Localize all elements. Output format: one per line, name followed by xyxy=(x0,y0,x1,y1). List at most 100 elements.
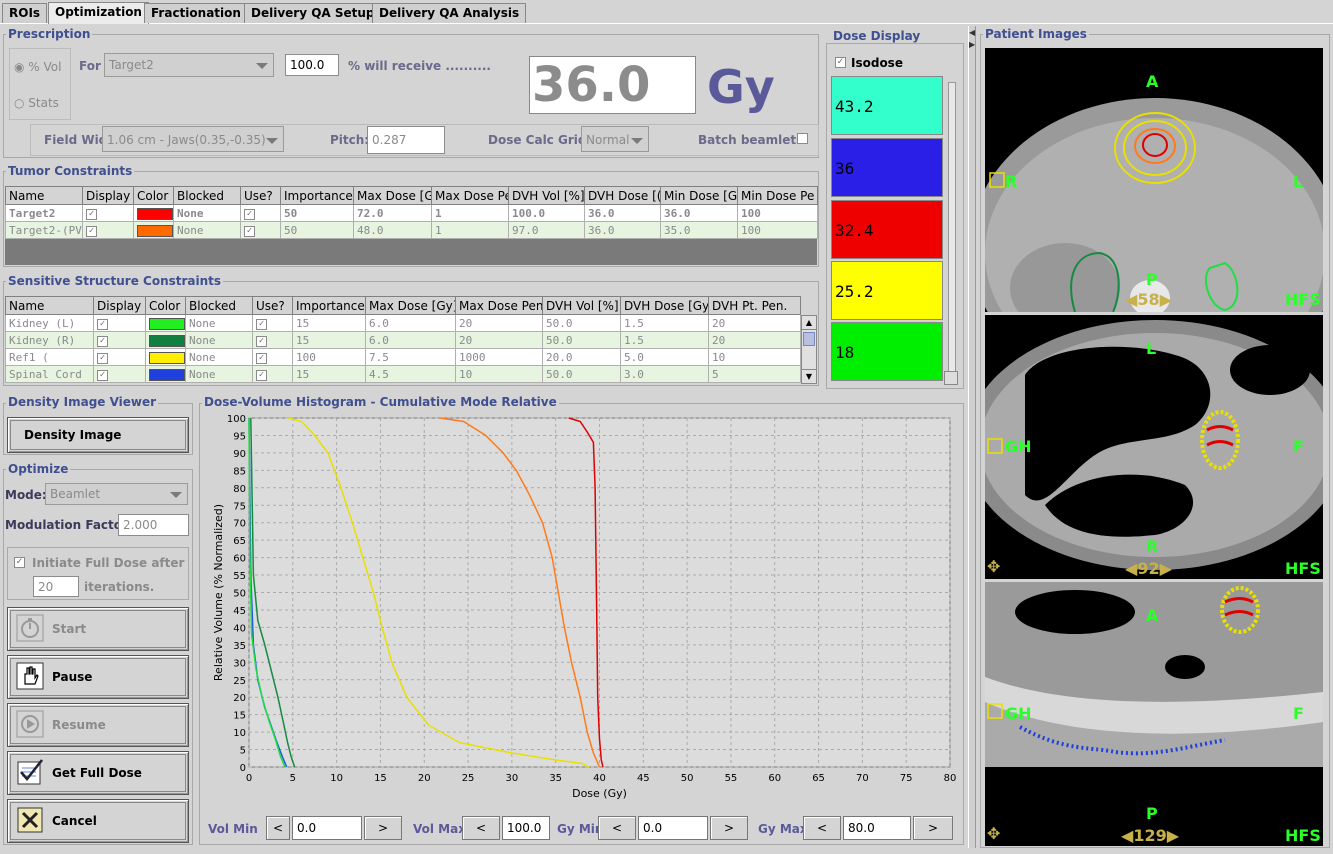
tab-delivery-qa-setup[interactable]: Delivery QA Setup xyxy=(244,3,382,23)
use-checkbox[interactable]: ✓ xyxy=(256,370,267,381)
col-max-dose[interactable]: Max Dose [Gy] xyxy=(365,296,456,315)
gy-min-decrease-button[interactable]: < xyxy=(598,816,636,840)
isodose-level-5[interactable]: 18 xyxy=(831,322,943,381)
col-color[interactable]: Color xyxy=(145,296,186,315)
display-checkbox[interactable]: ✓ xyxy=(97,336,108,347)
gy-min-increase-button[interactable]: > xyxy=(710,816,748,840)
table-row[interactable]: Spinal Cord ✓ None ✓ 15 4.5 10 50.0 3.0 … xyxy=(5,365,801,383)
display-checkbox[interactable]: ✓ xyxy=(97,353,108,364)
tab-delivery-qa-analysis[interactable]: Delivery QA Analysis xyxy=(372,3,527,23)
table-row[interactable]: Ref1 ( ✓ None ✓ 100 7.5 1000 20.0 5.0 10 xyxy=(5,348,801,366)
col-max-dose-pen[interactable]: Max Dose Pen xyxy=(455,296,543,315)
table-row[interactable]: Kidney (L) ✓ None ✓ 15 6.0 20 50.0 1.5 2… xyxy=(5,314,801,332)
use-checkbox[interactable]: ✓ xyxy=(244,226,255,237)
use-checkbox[interactable]: ✓ xyxy=(256,336,267,347)
col-display[interactable]: Display xyxy=(82,186,134,205)
col-min-dose-pen[interactable]: Min Dose Pe xyxy=(737,186,818,205)
tab-fractionation[interactable]: Fractionation xyxy=(144,3,248,23)
col-dvh-vol[interactable]: DVH Vol [%] xyxy=(542,296,621,315)
col-blocked[interactable]: Blocked xyxy=(173,186,241,205)
vol-min-input[interactable]: 0.0 xyxy=(292,816,362,840)
get-full-dose-button[interactable]: Get Full Dose xyxy=(7,751,189,795)
isodose-level-1[interactable]: 43.2 xyxy=(831,76,943,135)
display-checkbox[interactable]: ✓ xyxy=(97,370,108,381)
table-row[interactable]: Kidney (R) ✓ None ✓ 15 6.0 20 50.0 1.5 2… xyxy=(5,331,801,349)
iterations-input[interactable]: 20 xyxy=(33,576,79,597)
pause-button[interactable]: Pause xyxy=(7,655,189,699)
sagittal-view[interactable]: A GH F P HFS ◀129▶ ✥ xyxy=(985,582,1323,846)
col-dvh-pen[interactable]: DVH Pt. Pen. xyxy=(708,296,801,315)
field-width-select[interactable]: 1.06 cm - Jaws(0.35,-0.35) xyxy=(102,126,284,152)
batch-beamlets-checkbox[interactable] xyxy=(797,133,808,144)
move-icon[interactable]: ✥ xyxy=(987,557,1000,576)
move-icon[interactable]: ✥ xyxy=(987,824,1000,843)
vol-max-input[interactable]: 100.0 xyxy=(502,816,550,840)
percent-input[interactable]: 100.0 xyxy=(285,54,339,76)
sensitive-scrollbar[interactable]: ▲ ▼ xyxy=(801,315,817,384)
tab-optimization[interactable]: Optimization xyxy=(48,2,149,24)
col-min-dose[interactable]: Min Dose [G xyxy=(660,186,738,205)
col-importance[interactable]: Importance xyxy=(292,296,366,315)
color-swatch[interactable] xyxy=(137,224,173,237)
table-row[interactable]: Target2-(PV) ✓ None ✓ 50 48.0 1 97.0 36.… xyxy=(5,221,818,239)
gy-min-input[interactable]: 0.0 xyxy=(638,816,708,840)
radio-vol[interactable]: ◉ % Vol xyxy=(14,60,61,74)
sagittal-slice-number[interactable]: ◀129▶ xyxy=(1121,826,1179,845)
col-color[interactable]: Color xyxy=(133,186,174,205)
display-checkbox[interactable]: ✓ xyxy=(86,226,97,237)
vol-min-decrease-button[interactable]: < xyxy=(266,816,290,840)
col-use[interactable]: Use? xyxy=(252,296,293,315)
use-checkbox[interactable]: ✓ xyxy=(256,319,267,330)
prescription-dose[interactable]: 36.0 xyxy=(529,56,696,114)
isodose-level-3[interactable]: 32.4 xyxy=(831,200,943,259)
cancel-button[interactable]: Cancel xyxy=(7,799,189,843)
target-select[interactable]: Target2 xyxy=(104,53,274,77)
modulation-factor-input[interactable]: 2.000 xyxy=(118,514,189,536)
resume-button[interactable]: Resume xyxy=(7,703,189,747)
color-swatch[interactable] xyxy=(137,207,173,220)
col-max-dose-pen[interactable]: Max Dose Pe xyxy=(431,186,509,205)
display-checkbox[interactable]: ✓ xyxy=(97,319,108,330)
color-swatch[interactable] xyxy=(149,368,185,381)
col-name[interactable]: Name xyxy=(5,296,94,315)
col-blocked[interactable]: Blocked xyxy=(185,296,253,315)
col-use[interactable]: Use? xyxy=(240,186,281,205)
coronal-view[interactable]: L GH F R HFS ◀92▶ ✥ xyxy=(985,315,1323,579)
col-dvh-dose[interactable]: DVH Dose [Gy xyxy=(620,296,709,315)
isodose-scrollbar[interactable] xyxy=(948,82,956,377)
vol-min-increase-button[interactable]: > xyxy=(364,816,402,840)
mode-select[interactable]: Beamlet xyxy=(45,483,188,505)
axial-view[interactable]: A R L P HFS ◀58▶ xyxy=(985,48,1323,312)
splitter[interactable]: ◀ ▶ xyxy=(968,26,976,848)
initiate-checkbox[interactable]: ✓ xyxy=(14,557,25,568)
pitch-input[interactable]: 0.287 xyxy=(367,126,445,154)
color-swatch[interactable] xyxy=(149,351,185,364)
isodose-checkbox[interactable]: ✓ xyxy=(835,57,846,68)
col-importance[interactable]: Importance xyxy=(280,186,354,205)
col-dvh-vol[interactable]: DVH Vol [%] xyxy=(508,186,585,205)
table-row[interactable]: Target2 ✓ None ✓ 50 72.0 1 100.0 36.0 36… xyxy=(5,204,818,222)
gy-max-input[interactable]: 80.0 xyxy=(843,816,911,840)
isodose-level-4[interactable]: 25.2 xyxy=(831,261,943,320)
vol-max-decrease-button[interactable]: < xyxy=(462,816,500,840)
radio-stats[interactable]: ○ Stats xyxy=(14,96,59,110)
col-display[interactable]: Display xyxy=(93,296,146,315)
col-name[interactable]: Name xyxy=(5,186,83,205)
resize-grip-icon[interactable] xyxy=(944,371,958,385)
col-dvh-dose[interactable]: DVH Dose [( xyxy=(584,186,661,205)
gy-max-increase-button[interactable]: > xyxy=(913,816,953,840)
color-swatch[interactable] xyxy=(149,334,185,347)
coronal-slice-number[interactable]: ◀92▶ xyxy=(1125,559,1172,578)
display-checkbox[interactable]: ✓ xyxy=(86,209,97,220)
axial-slice-number[interactable]: ◀58▶ xyxy=(1125,290,1172,309)
color-swatch[interactable] xyxy=(149,317,185,330)
use-checkbox[interactable]: ✓ xyxy=(256,353,267,364)
density-image-button[interactable]: Density Image xyxy=(7,417,189,453)
use-checkbox[interactable]: ✓ xyxy=(244,209,255,220)
gy-max-decrease-button[interactable]: < xyxy=(803,816,841,840)
col-max-dose[interactable]: Max Dose [G xyxy=(353,186,432,205)
isodose-level-2[interactable]: 36 xyxy=(831,138,943,197)
tab-rois[interactable]: ROIs xyxy=(2,3,48,23)
dose-calc-select[interactable]: Normal xyxy=(581,126,649,152)
start-button[interactable]: Start xyxy=(7,607,189,651)
